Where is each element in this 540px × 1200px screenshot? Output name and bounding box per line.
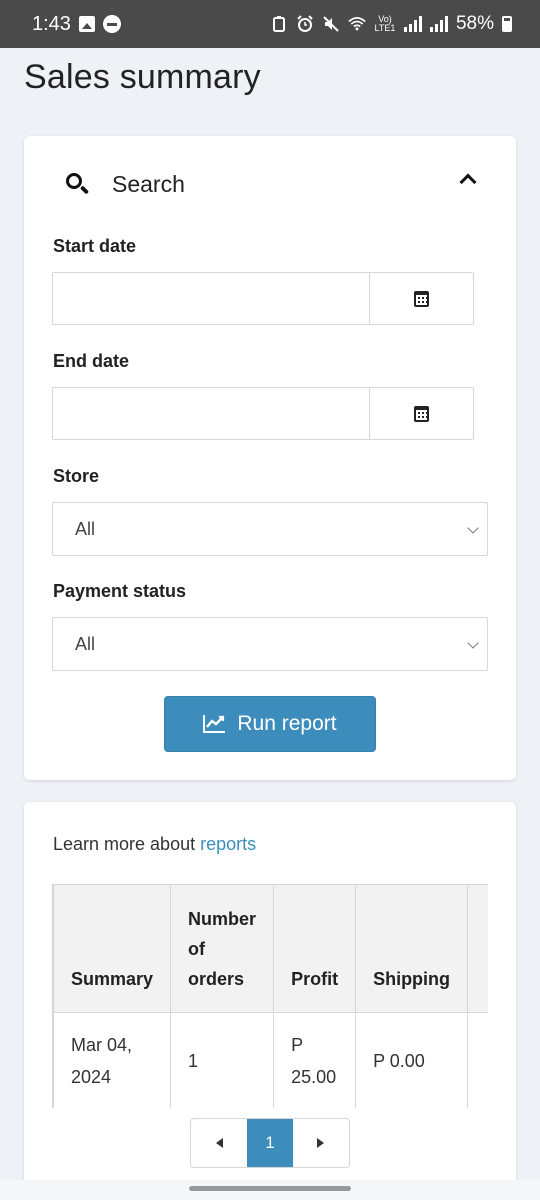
search-panel: Search Start date End date Store All Pay…	[24, 136, 516, 780]
signal-icon-sim1	[403, 16, 422, 32]
reports-link[interactable]: reports	[200, 834, 256, 854]
cell-truncated	[467, 1012, 488, 1108]
chevron-down-icon	[467, 522, 479, 534]
table-header-row: Summary Number of orders Profit Shipping	[53, 884, 488, 1013]
column-header-number-of-orders: Number of orders	[170, 884, 275, 1013]
summary-table: Summary Number of orders Profit Shipping…	[53, 884, 488, 1108]
summary-table-container[interactable]: Summary Number of orders Profit Shipping…	[52, 884, 488, 1108]
previous-page-button[interactable]	[191, 1119, 247, 1167]
volte-indicator: Vo) LTE1	[374, 14, 396, 33]
caret-left-icon	[215, 1138, 223, 1148]
status-time: 1:43	[32, 12, 71, 35]
store-label: Store	[53, 466, 100, 486]
end-date-group	[52, 387, 474, 440]
mute-icon	[322, 15, 340, 33]
search-panel-header[interactable]: Search	[24, 136, 516, 232]
next-page-button[interactable]	[293, 1119, 349, 1167]
learn-more-text: Learn more about reports	[53, 834, 256, 855]
start-date-label: Start date	[53, 236, 137, 256]
caret-right-icon	[317, 1138, 325, 1148]
end-date-picker-button[interactable]	[369, 388, 473, 439]
run-report-label: Run report	[237, 712, 337, 735]
page-title: Sales summary	[24, 58, 261, 96]
column-header-truncated	[467, 884, 488, 1013]
run-report-button[interactable]: Run report	[164, 696, 376, 752]
start-date-group	[52, 272, 474, 325]
wifi-icon	[348, 15, 366, 33]
search-panel-title: Search	[112, 170, 185, 197]
end-date-label: End date	[53, 351, 130, 371]
cell-shipping: P 0.00	[355, 1012, 469, 1108]
battery-percent: 58%	[455, 13, 494, 34]
search-icon	[64, 171, 90, 197]
chevron-down-icon	[467, 637, 479, 649]
store-selected-value: All	[75, 518, 96, 539]
status-left: 1:43	[32, 13, 121, 36]
battery-saver-icon	[270, 15, 288, 33]
cell-profit: P 25.00	[273, 1012, 357, 1108]
do-not-disturb-icon	[102, 15, 121, 33]
chevron-up-icon[interactable]	[459, 173, 477, 191]
cell-orders: 1	[170, 1012, 275, 1108]
store-select[interactable]: All	[52, 502, 488, 556]
battery-icon	[502, 16, 512, 32]
alarm-icon	[296, 15, 314, 33]
calendar-icon	[414, 405, 429, 422]
payment-status-select[interactable]: All	[52, 617, 488, 671]
end-date-input[interactable]	[53, 388, 369, 439]
calendar-icon	[414, 290, 429, 307]
line-chart-icon	[203, 715, 226, 733]
column-header-summary: Summary	[53, 884, 172, 1013]
payment-status-label: Payment status	[53, 581, 187, 601]
start-date-picker-button[interactable]	[369, 273, 473, 324]
image-notification-icon	[78, 16, 95, 32]
page-button-current[interactable]: 1	[247, 1119, 293, 1167]
home-indicator[interactable]	[189, 1186, 351, 1191]
cell-summary: Mar 04, 2024	[53, 1012, 172, 1108]
status-right: Vo) LTE1 58%	[270, 13, 512, 35]
results-panel: Learn more about reports Summary Number …	[24, 802, 516, 1200]
column-header-profit: Profit	[273, 884, 357, 1013]
status-bar: 1:43 Vo) LTE1 58%	[0, 0, 540, 48]
payment-status-selected-value: All	[75, 633, 96, 654]
table-row: Mar 04, 2024 1 P 25.00 P 0.00	[53, 1012, 488, 1108]
pagination: 1	[190, 1118, 350, 1168]
column-header-shipping: Shipping	[355, 884, 469, 1013]
signal-icon-sim2	[429, 16, 448, 32]
start-date-input[interactable]	[53, 273, 369, 324]
learn-more-prefix: Learn more about	[53, 834, 196, 854]
